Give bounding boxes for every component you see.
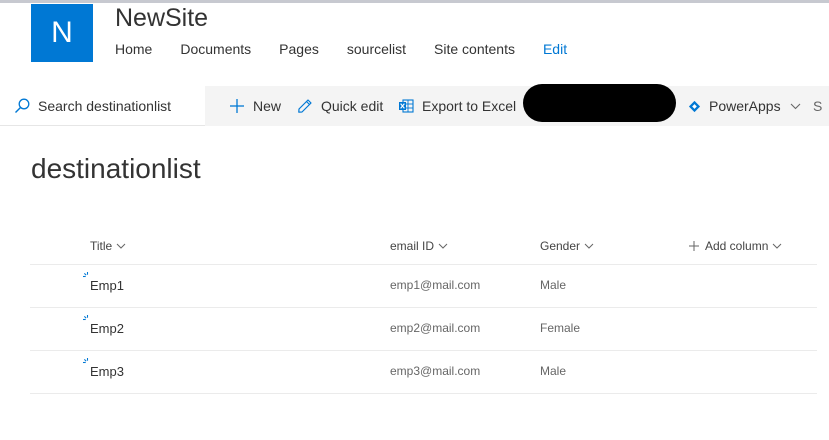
- chevron-down-icon: [584, 243, 594, 249]
- powerapps-icon: [688, 100, 701, 112]
- top-border: [0, 0, 829, 3]
- cell-title[interactable]: Emp1: [90, 278, 124, 293]
- site-title[interactable]: NewSite: [115, 4, 208, 33]
- site-nav: Home Documents Pages sourcelist Site con…: [115, 41, 595, 59]
- column-header-label: Title: [90, 239, 113, 253]
- redacted-area: [523, 84, 676, 122]
- powerapps-button[interactable]: PowerApps: [688, 86, 801, 126]
- search-box[interactable]: Search destinationlist: [0, 86, 205, 126]
- search-placeholder: Search destinationlist: [38, 97, 172, 114]
- overflow-command[interactable]: S: [813, 86, 822, 126]
- plus-icon: [230, 99, 244, 113]
- column-header-gender[interactable]: Gender: [540, 239, 594, 253]
- nav-sourcelist[interactable]: sourcelist: [347, 41, 406, 59]
- add-column-label: Add column: [705, 239, 769, 253]
- chevron-down-icon: [773, 243, 782, 249]
- cell-email: emp1@mail.com: [390, 278, 481, 292]
- quick-edit-button[interactable]: Quick edit: [297, 86, 383, 126]
- cell-email: emp3@mail.com: [390, 364, 481, 378]
- site-logo[interactable]: N: [31, 4, 93, 62]
- cell-gender: Female: [540, 321, 581, 335]
- chevron-down-icon: [116, 243, 126, 249]
- cell-gender: Male: [540, 364, 567, 378]
- chevron-down-icon: [790, 103, 800, 109]
- new-button[interactable]: New: [229, 86, 281, 126]
- export-to-excel-button[interactable]: Export to Excel: [398, 86, 516, 126]
- column-header-title[interactable]: Title: [90, 239, 126, 253]
- chevron-down-icon: [438, 243, 448, 249]
- cell-email: emp2@mail.com: [390, 321, 481, 335]
- nav-edit-link[interactable]: Edit: [543, 41, 567, 59]
- command-bar: Search destinationlist New Quick edit Ex…: [0, 86, 829, 126]
- add-column-button[interactable]: Add column: [689, 239, 782, 253]
- column-header-label: Gender: [540, 239, 581, 253]
- new-label: New: [253, 98, 282, 114]
- powerapps-label: PowerApps: [709, 98, 781, 114]
- table-row[interactable]: Emp3 emp3@mail.com Male: [30, 350, 817, 393]
- table-row[interactable]: Emp2 emp2@mail.com Female: [30, 307, 817, 350]
- export-label: Export to Excel: [422, 98, 517, 114]
- column-header-label: email ID: [390, 239, 435, 253]
- list-title: destinationlist: [31, 153, 201, 184]
- cell-gender: Male: [540, 278, 567, 292]
- cell-title[interactable]: Emp3: [90, 364, 124, 379]
- column-header-email-id[interactable]: email ID: [390, 239, 448, 253]
- excel-icon: [399, 99, 414, 113]
- nav-documents[interactable]: Documents: [180, 41, 251, 59]
- nav-pages[interactable]: Pages: [279, 41, 319, 59]
- table-bottom-divider: [30, 393, 817, 394]
- nav-home[interactable]: Home: [115, 41, 152, 59]
- nav-site-contents[interactable]: Site contents: [434, 41, 515, 59]
- table-row[interactable]: Emp1 emp1@mail.com Male: [30, 264, 817, 307]
- cell-title[interactable]: Emp2: [90, 321, 124, 336]
- pencil-icon: [298, 99, 312, 113]
- plus-icon: [689, 241, 699, 251]
- search-icon: [15, 98, 30, 113]
- quick-edit-label: Quick edit: [321, 98, 384, 114]
